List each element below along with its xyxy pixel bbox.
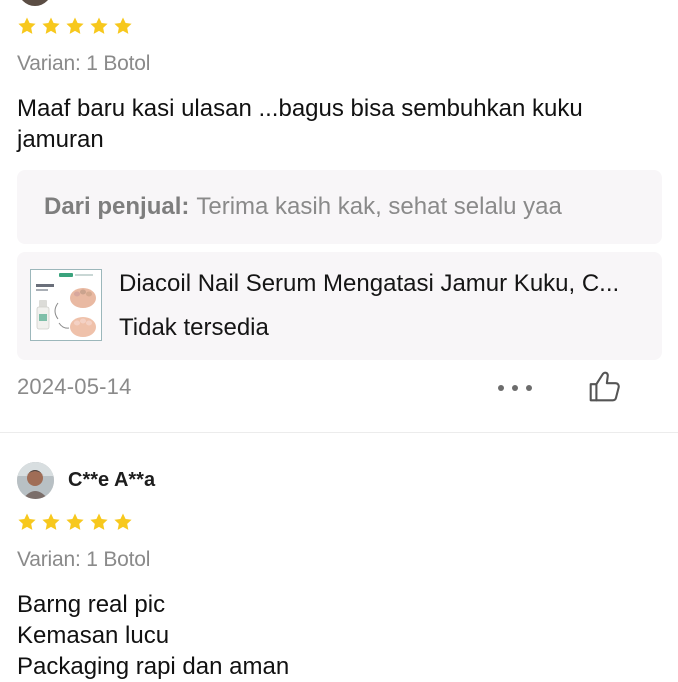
review-date: 2024-05-14 [17,374,132,399]
seller-reply: Dari penjual: Terima kasih kak, sehat se… [17,170,662,244]
product-card[interactable]: Diacoil Nail Serum Mengatasi Jamur Kuku,… [17,252,662,360]
review-variant: Varian: 1 Botol [17,548,151,571]
product-status: Tidak tersedia [119,314,269,341]
nail-serum-product-image [30,269,102,341]
more-dots-icon [498,385,504,391]
review-text: Maaf baru kasi ulasan ...bagus bisa semb… [17,93,667,155]
more-dots-icon [526,385,532,391]
reviewer-username: C**e A**a [68,469,156,491]
star-icon [90,513,108,530]
star-rating [17,16,133,36]
star-icon [42,513,60,530]
review-variant: Varian: 1 Botol [17,52,151,75]
more-options-button[interactable] [498,378,532,398]
seller-reply-text: Terima kasih kak, sehat selalu yaa [196,193,562,220]
review-divider [0,432,678,433]
review-text-line: Packaging rapi dan aman [17,653,290,680]
star-icon [66,17,84,34]
star-rating [17,512,133,532]
star-icon [18,513,36,530]
thumbs-up-icon[interactable] [585,368,623,406]
star-icon [42,17,60,34]
star-icon [114,17,132,34]
reviewer-avatar-partial [18,0,52,6]
more-dots-icon [512,385,518,391]
user-avatar-image[interactable] [17,462,54,499]
product-title[interactable]: Diacoil Nail Serum Mengatasi Jamur Kuku,… [119,270,654,298]
review-text-line: Kemasan lucu [17,622,170,649]
seller-reply-label: Dari penjual: [44,193,190,220]
star-icon [90,17,108,34]
star-icon [18,17,36,34]
review-text-line: Maaf baru kasi ulasan ...bagus bisa semb… [17,95,583,122]
star-icon [114,513,132,530]
review-text-line: Barng real pic [17,591,166,618]
star-icon [66,513,84,530]
review-text-line: jamuran [17,126,104,153]
review-text: Barng real pic Kemasan lucu Packaging ra… [17,589,667,682]
